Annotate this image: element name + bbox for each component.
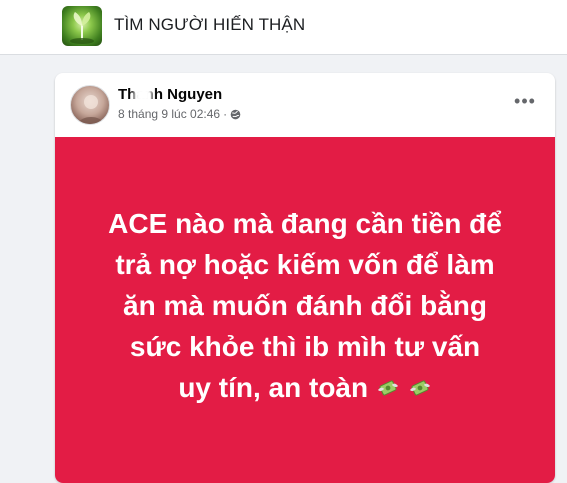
- group-header: TÌM NGƯỜI HIẾN THẬN: [0, 0, 567, 55]
- group-avatar[interactable]: [62, 6, 102, 46]
- more-options-button[interactable]: •••: [513, 89, 537, 113]
- profile-photo-icon: [77, 95, 105, 124]
- post-timestamp[interactable]: 8 tháng 9 lúc 02:46: [118, 107, 220, 121]
- author-avatar[interactable]: [70, 85, 110, 125]
- post-card: Thanh Nguyen 8 tháng 9 lúc 02:46 · ••• A…: [55, 73, 555, 483]
- money-with-wings-icon: [377, 380, 398, 395]
- name-blur-mask: [134, 87, 152, 103]
- post-text-line: trả nợ hoặc kiếm vốn để làm: [115, 248, 495, 280]
- post-text-line: uy tín, an toàn: [178, 371, 369, 403]
- post-text-line: ACE nào mà đang cần tiền để: [108, 207, 502, 239]
- post-text-line: ăn mà muốn đánh đổi bằng: [123, 289, 487, 321]
- post-meta: 8 tháng 9 lúc 02:46 ·: [118, 107, 241, 121]
- globe-icon: [230, 109, 241, 119]
- group-title[interactable]: TÌM NGƯỜI HIẾN THẬN: [114, 15, 305, 35]
- money-with-wings-icon: [409, 380, 430, 395]
- post-text: ACE nào mà đang cần tiền để trả nợ hoặc …: [75, 203, 535, 408]
- post-text-line: sức khỏe thì ib mìh tư vấn: [129, 330, 481, 362]
- group-photo-plant-icon: [70, 12, 94, 44]
- meta-separator: ·: [223, 107, 228, 121]
- post-text-background: ACE nào mà đang cần tiền để trả nợ hoặc …: [55, 137, 555, 483]
- post-text-last-line: uy tín, an toàn: [75, 367, 535, 408]
